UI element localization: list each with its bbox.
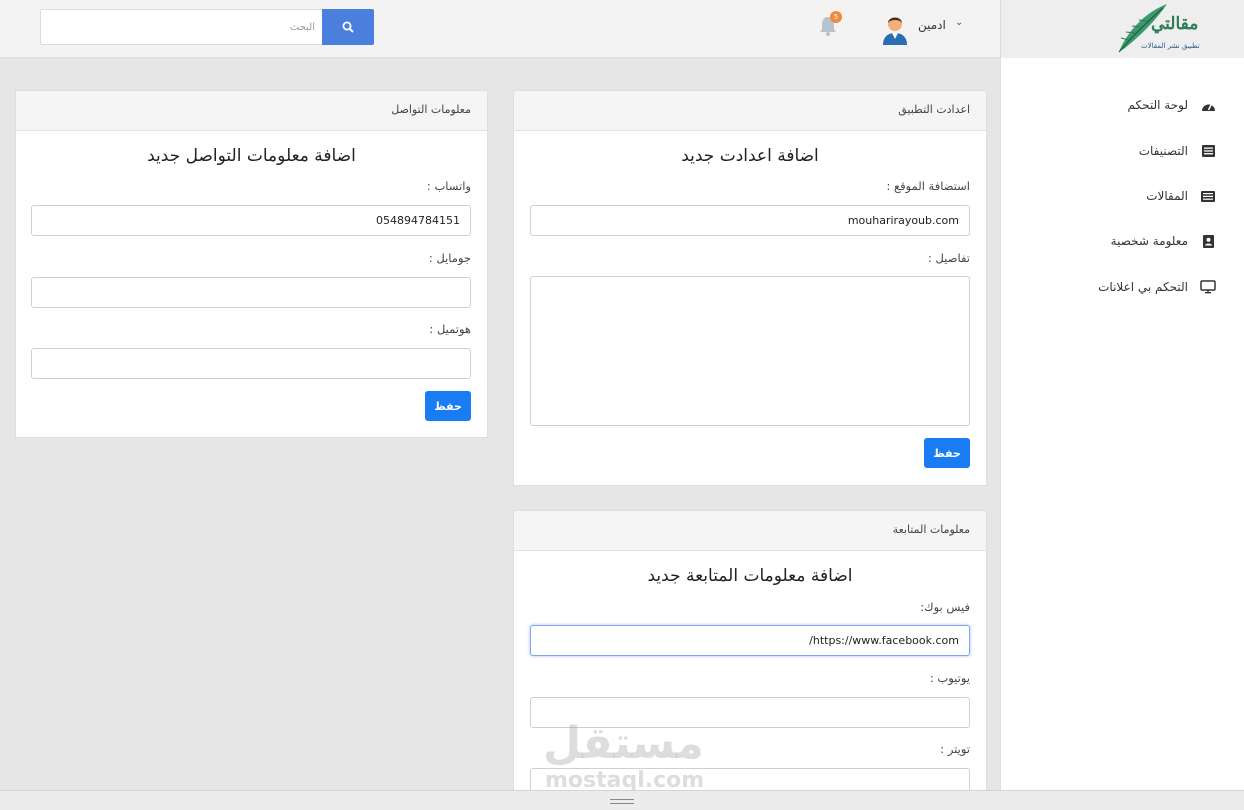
user-name[interactable]: ادمين	[918, 18, 946, 32]
sidebar-item-label: التصنيفات	[1138, 144, 1188, 158]
panel-title: اضافة اعدادت جديد	[681, 146, 819, 166]
mobile-label: جومايل :	[428, 251, 471, 265]
search-button[interactable]	[322, 9, 374, 45]
search-input[interactable]	[45, 10, 317, 44]
sidebar-item-label: لوحة التحكم	[1127, 98, 1189, 112]
save-button[interactable]: حفظ	[924, 438, 970, 468]
panel-title: اضافة معلومات التواصل جديد	[147, 146, 356, 166]
chevron-down-icon[interactable]: ⌄	[955, 17, 963, 28]
articles-icon	[1200, 188, 1216, 204]
logo-subtitle: تطبيق نشر المقالات	[1141, 42, 1200, 50]
logo-title: مقالتي	[1151, 14, 1199, 34]
monitor-icon	[1200, 279, 1216, 295]
panel-header: اعدادت التطبيق	[514, 91, 986, 131]
phone-field[interactable]	[31, 348, 471, 379]
sidebar-item-categories[interactable]: التصنيفات	[1139, 140, 1216, 162]
sidebar-item-dashboard[interactable]: لوحة التحكم	[1128, 94, 1217, 116]
notification-count-badge: 5	[830, 11, 842, 23]
search-icon	[342, 21, 354, 33]
details-textarea[interactable]	[530, 276, 970, 426]
watermark-logo: مستقل	[543, 718, 704, 769]
resize-handle-icon[interactable]	[610, 799, 634, 804]
whatsapp-label: واتساب :	[426, 179, 471, 193]
logo[interactable]: مقالتي تطبيق نشر المقالات	[1000, 0, 1244, 58]
app-settings-panel: اعدادت التطبيق اضافة اعدادت جديد استضافة…	[513, 90, 987, 486]
panel-header: معلومات المتابعة	[514, 511, 986, 551]
sidebar: لوحة التحكم التصنيفات المقالات معلومة شخ…	[1000, 58, 1244, 790]
sidebar-item-label: معلومة شخصية	[1110, 234, 1188, 248]
facebook-field[interactable]	[530, 625, 970, 656]
facebook-label: فيس بوك:	[920, 600, 970, 614]
whatsapp-field[interactable]	[31, 205, 471, 236]
phone-label: هوتميل :	[429, 322, 471, 336]
hosting-field[interactable]	[530, 205, 970, 236]
save-button[interactable]: حفظ	[425, 391, 471, 421]
panel-header: معلومات التواصل	[16, 91, 487, 131]
sidebar-item-label: المقالات	[1146, 189, 1188, 203]
panel-title: اضافة معلومات المتابعة جديد	[647, 566, 853, 586]
contact-info-panel: معلومات التواصل اضافة معلومات التواصل جد…	[15, 90, 488, 438]
list-icon	[1200, 143, 1216, 159]
sidebar-item-articles[interactable]: المقالات	[1146, 185, 1216, 207]
twitter-label: تويتر :	[940, 742, 970, 756]
dashboard-icon	[1200, 97, 1216, 113]
mobile-field[interactable]	[31, 277, 471, 308]
top-bar: 5 ادمين ⌄ مقالتي تطبيق نشر المقالات	[0, 0, 1244, 58]
sidebar-item-ads-control[interactable]: التحكم بي اعلانات	[1098, 276, 1216, 298]
contact-card-icon	[1200, 233, 1216, 249]
sidebar-item-personal-info[interactable]: معلومة شخصية	[1111, 230, 1216, 252]
youtube-label: يوتيوب :	[929, 671, 970, 685]
details-label: تفاصيل :	[928, 251, 970, 265]
sidebar-item-label: التحكم بي اعلانات	[1098, 280, 1188, 294]
avatar[interactable]	[877, 9, 913, 45]
hosting-label: استضافة الموقع :	[886, 179, 970, 193]
search-box	[40, 9, 374, 45]
bottom-resize-bar	[0, 790, 1244, 810]
